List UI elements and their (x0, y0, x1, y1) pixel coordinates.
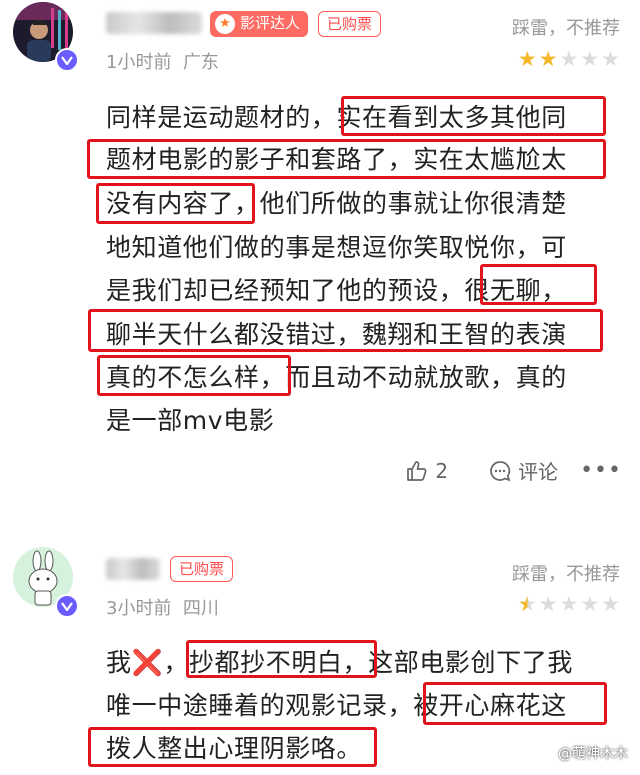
highlight-box (423, 682, 607, 725)
star-icon: ★ (559, 592, 579, 616)
review-time: 3小时前 (106, 598, 172, 619)
username-blurred[interactable] (106, 558, 160, 580)
highlight-box (88, 727, 377, 767)
highlight-box (186, 640, 377, 678)
star-icon: ★ (517, 592, 537, 616)
star-icon: ★ (580, 592, 600, 616)
verified-icon (55, 594, 79, 618)
star-icon: ★ (601, 592, 620, 616)
review-card-2: 已购票 3小时前 四川 踩雷，不推荐 ★ ★ ★ ★ ★ 我❌，抄都抄不明白，这… (0, 0, 640, 775)
review-location: 四川 (182, 598, 219, 619)
bought-badge-label: 已购票 (179, 560, 225, 578)
watermark: @萌神木木 (558, 746, 628, 762)
rating-text: 踩雷，不推荐 (512, 564, 620, 585)
review-meta: 3小时前 四川 (106, 594, 219, 620)
star-rating: ★ ★ ★ ★ ★ (518, 593, 620, 615)
bought-badge: 已购票 (170, 556, 234, 582)
star-icon: ★ (538, 592, 558, 616)
